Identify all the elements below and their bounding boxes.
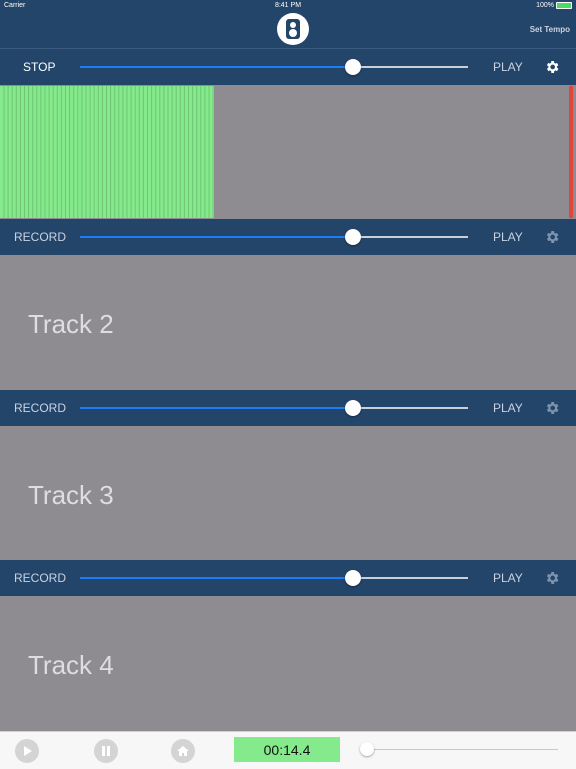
battery-percent: 100%: [536, 2, 554, 9]
status-bar: Carrier 8:41 PM 100%: [0, 0, 576, 12]
pause-icon: [102, 746, 110, 756]
battery-icon: [556, 2, 572, 9]
play-button[interactable]: [15, 739, 39, 763]
track-3-area[interactable]: Track 3: [0, 427, 576, 559]
track-3-controls: RECORD PLAY: [0, 390, 576, 426]
slider-thumb[interactable]: [345, 570, 361, 586]
track-3-label: Track 3: [28, 480, 114, 510]
play-icon: [24, 746, 32, 756]
playhead: [569, 86, 573, 218]
track-3-play-button[interactable]: PLAY: [493, 401, 523, 415]
stop-button[interactable]: STOP: [23, 60, 55, 74]
speaker-icon[interactable]: [277, 13, 309, 45]
gear-icon[interactable]: [544, 570, 560, 586]
clock: 8:41 PM: [274, 2, 302, 9]
track-2-play-button[interactable]: PLAY: [493, 230, 523, 244]
set-tempo-button[interactable]: Set Tempo: [530, 25, 570, 34]
slider-thumb[interactable]: [345, 59, 361, 75]
track-4-area[interactable]: Track 4: [0, 597, 576, 731]
track-2-label: Track 2: [28, 309, 114, 339]
track-3-volume-slider[interactable]: [80, 400, 468, 416]
track-4-play-button[interactable]: PLAY: [493, 571, 523, 585]
position-slider[interactable]: [360, 742, 558, 756]
navbar: Set Tempo: [0, 12, 576, 49]
elapsed-time: 00:14.4: [234, 737, 340, 762]
track-1-play-button[interactable]: PLAY: [493, 60, 523, 74]
track-2-area[interactable]: Track 2: [0, 256, 576, 389]
record-button[interactable]: RECORD: [14, 571, 66, 585]
slider-fill: [80, 577, 353, 579]
slider-thumb[interactable]: [345, 229, 361, 245]
track-2-controls: RECORD PLAY: [0, 219, 576, 255]
transport-bar: 00:14.4: [0, 731, 576, 769]
track-4-controls: RECORD PLAY: [0, 560, 576, 596]
battery-indicator: 100%: [536, 2, 572, 9]
gear-icon[interactable]: [544, 59, 560, 75]
gear-icon[interactable]: [544, 400, 560, 416]
slider-fill: [80, 407, 353, 409]
record-button[interactable]: RECORD: [14, 230, 66, 244]
gear-icon[interactable]: [544, 229, 560, 245]
slider-thumb[interactable]: [345, 400, 361, 416]
pause-button[interactable]: [94, 739, 118, 763]
track-2-volume-slider[interactable]: [80, 229, 468, 245]
home-icon: [177, 746, 189, 756]
record-button[interactable]: RECORD: [14, 401, 66, 415]
slider-fill: [80, 236, 353, 238]
track-1-volume-slider[interactable]: [80, 59, 468, 75]
home-button[interactable]: [171, 739, 195, 763]
track-1-controls: STOP PLAY: [0, 49, 576, 85]
slider-fill: [80, 66, 353, 68]
track-4-label: Track 4: [28, 650, 114, 680]
track-4-volume-slider[interactable]: [80, 570, 468, 586]
position-slider-thumb[interactable]: [360, 742, 374, 756]
waveform: [0, 86, 214, 218]
track-1-area[interactable]: [0, 86, 576, 218]
